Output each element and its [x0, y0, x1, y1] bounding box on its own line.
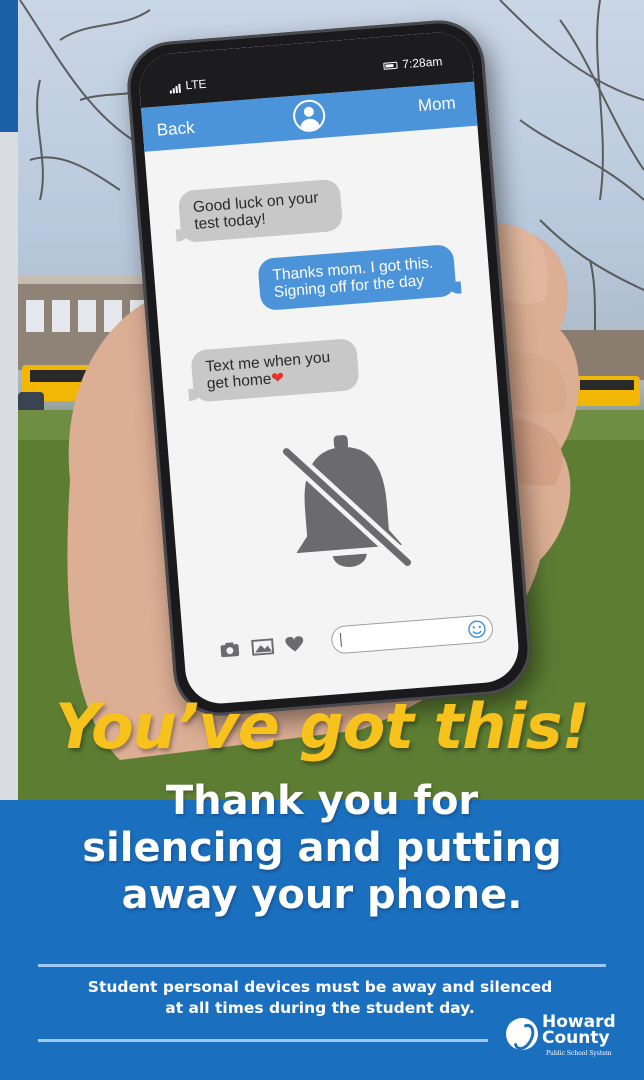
contact-avatar-icon[interactable] — [291, 98, 327, 133]
compose-bar — [219, 613, 498, 666]
logo-mark-icon — [506, 1018, 538, 1050]
sub-heading-line: Thank you for — [165, 778, 479, 824]
headline: You’ve got this! — [55, 690, 590, 763]
corner-accent — [0, 0, 18, 132]
battery-icon — [383, 61, 398, 70]
policy-line: Student personal devices must be away an… — [87, 978, 553, 996]
message-bubble-incoming: Good luck on your test today! — [177, 178, 344, 244]
signal-icon — [169, 83, 181, 94]
sub-heading: Thank you for silencing and putting away… — [20, 778, 624, 919]
carrier-label: LTE — [184, 76, 207, 93]
heart-icon[interactable] — [285, 636, 304, 653]
contact-name: Mom — [417, 93, 457, 116]
howard-county-logo: Howard County Public School System — [506, 1014, 632, 1058]
message-bubble-incoming: Text me when you get home❤ — [190, 337, 360, 403]
heart-emoji-icon: ❤ — [270, 369, 285, 388]
bell-slash-icon — [278, 435, 416, 571]
status-left: LTE — [169, 77, 207, 94]
smartphone: LTE 7:28am Back Mom Good luck on your te… — [124, 16, 534, 720]
camera-icon[interactable] — [219, 641, 240, 659]
smiley-icon[interactable] — [467, 620, 486, 639]
logo-wordmark: Howard County — [542, 1014, 616, 1048]
logo-line: County — [542, 1028, 610, 1048]
divider — [38, 964, 606, 967]
message-bubble-outgoing: Thanks mom. I got this. Signing off for … — [257, 243, 457, 312]
clock-label: 7:28am — [401, 54, 443, 72]
back-button[interactable]: Back — [156, 118, 195, 141]
status-right: 7:28am — [383, 54, 443, 73]
sub-heading-line: silencing and putting — [82, 825, 562, 871]
message-text: get home — [206, 370, 272, 393]
policy-text: Student personal devices must be away an… — [40, 977, 600, 1019]
sub-heading-line: away your phone. — [121, 872, 523, 918]
logo-tagline: Public School System — [546, 1050, 612, 1057]
phone-screen: LTE 7:28am Back Mom Good luck on your te… — [136, 29, 522, 707]
message-input[interactable] — [330, 613, 494, 655]
image-icon[interactable] — [251, 638, 275, 656]
divider — [38, 1039, 488, 1042]
